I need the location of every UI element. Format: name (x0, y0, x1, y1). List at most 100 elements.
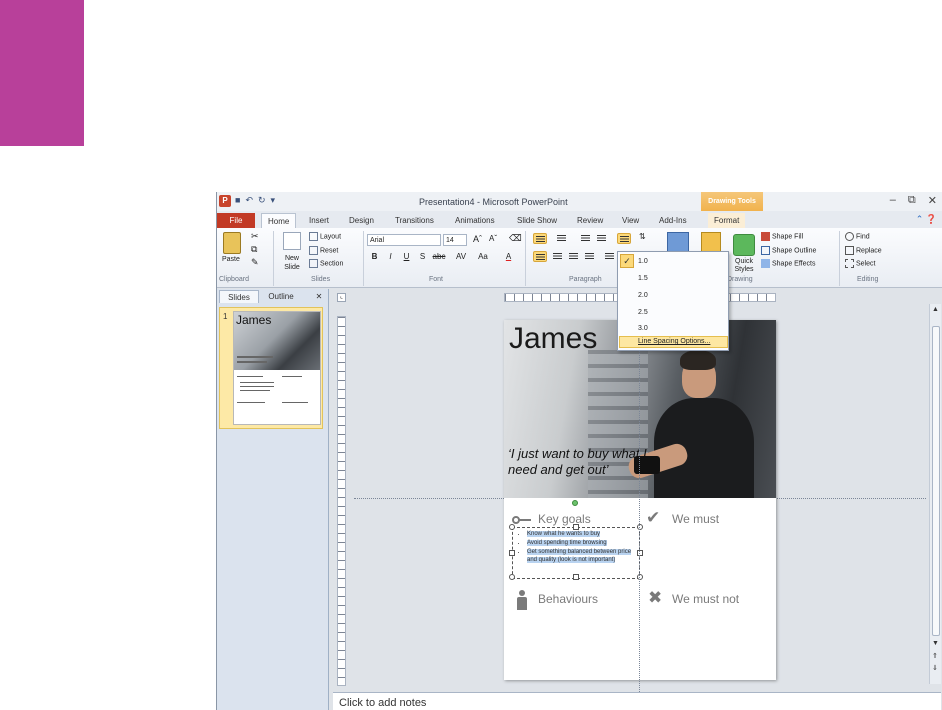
list-item[interactable]: Get something balanced between price and… (527, 548, 637, 564)
strikethrough-button[interactable]: abc (431, 251, 447, 262)
clear-format-icon[interactable]: ⌫ (509, 233, 522, 244)
resize-handle[interactable] (509, 550, 515, 556)
powerpoint-app-icon[interactable]: P (219, 195, 231, 207)
tab-insert[interactable]: Insert (309, 213, 329, 228)
redo-icon[interactable]: ↻ (258, 195, 266, 206)
we-must-not-heading[interactable]: We must not (672, 592, 739, 606)
line-spacing-option-2-5[interactable]: 2.5 (638, 309, 648, 316)
slide-quote[interactable]: ‘I just want to buy what I need and get … (508, 446, 648, 478)
restore-icon[interactable]: ⧉ (908, 194, 916, 207)
list-item[interactable]: Avoid spending time browsing (527, 539, 637, 547)
numbering-icon[interactable] (555, 233, 569, 244)
line-spacing-icon[interactable] (617, 233, 631, 244)
new-slide-icon[interactable] (283, 232, 301, 250)
selected-textbox[interactable]: Know what he wants to buy Avoid spending… (509, 524, 643, 580)
align-right-icon[interactable] (567, 251, 581, 262)
font-color-button[interactable]: A (503, 251, 514, 262)
tab-transitions[interactable]: Transitions (395, 213, 434, 228)
bold-button[interactable]: B (369, 251, 380, 262)
resize-handle[interactable] (637, 524, 643, 530)
layout-button[interactable]: Layout (309, 232, 341, 241)
close-panel-icon[interactable]: ✕ (313, 290, 325, 303)
increase-indent-icon[interactable] (595, 233, 609, 244)
key-goals-heading[interactable]: Key goals (538, 512, 591, 526)
behaviours-heading[interactable]: Behaviours (538, 592, 598, 606)
resize-handle[interactable] (509, 524, 515, 530)
resize-handle[interactable] (573, 574, 579, 580)
align-center-icon[interactable] (551, 251, 565, 262)
slide[interactable]: James ‘I just want to buy what I need an… (504, 320, 776, 680)
find-button[interactable]: Find (845, 232, 870, 241)
rotation-handle[interactable] (572, 500, 578, 506)
align-left-icon[interactable] (533, 251, 547, 262)
undo-icon[interactable]: ↶ (245, 195, 253, 206)
shrink-font-icon[interactable]: Aˇ (489, 234, 497, 243)
slide-thumbnail-selected[interactable]: 1 James (219, 307, 323, 429)
resize-handle[interactable] (509, 574, 515, 580)
character-spacing-button[interactable]: AV (453, 251, 469, 262)
change-case-button[interactable]: Aa (475, 251, 491, 262)
italic-button[interactable]: I (385, 251, 396, 262)
quick-styles-button[interactable]: Quick Styles (727, 258, 761, 274)
line-spacing-options-item[interactable]: Line Spacing Options... (638, 338, 710, 345)
slide-thumbnail[interactable]: James (233, 311, 321, 425)
tab-outline[interactable]: Outline (261, 290, 301, 303)
vertical-ruler[interactable] (337, 316, 346, 686)
paste-button[interactable]: Paste (222, 256, 240, 263)
scroll-down-icon[interactable]: ▼ (932, 640, 939, 647)
tab-add-ins[interactable]: Add-Ins (659, 213, 687, 228)
minimize-icon[interactable]: – (890, 194, 896, 207)
cut-icon[interactable]: ✂ (251, 231, 259, 242)
vertical-scrollbar[interactable]: ▲ ▼ ⇑ ⇓ (929, 304, 941, 684)
resize-handle[interactable] (637, 574, 643, 580)
previous-slide-icon[interactable]: ⇑ (932, 652, 938, 660)
scroll-up-icon[interactable]: ▲ (932, 306, 939, 313)
copy-icon[interactable]: ⧉ (251, 244, 257, 255)
text-direction-icon[interactable]: ⇅ (639, 232, 646, 241)
format-painter-icon[interactable]: ✎ (251, 257, 259, 268)
list-item[interactable]: Know what he wants to buy (527, 530, 637, 538)
font-size-combo[interactable]: 14 (443, 234, 467, 246)
customize-qat-icon[interactable]: ▾ (271, 195, 276, 206)
line-spacing-option-3-0[interactable]: 3.0 (638, 325, 648, 332)
scrollbar-thumb[interactable] (932, 326, 940, 636)
grow-font-icon[interactable]: Aˆ (473, 234, 482, 244)
underline-button[interactable]: U (401, 251, 412, 262)
next-slide-icon[interactable]: ⇓ (932, 664, 938, 672)
notes-pane[interactable]: Click to add notes (333, 692, 941, 710)
bullets-icon[interactable] (533, 233, 547, 244)
reset-button[interactable]: Reset (309, 246, 338, 255)
tab-slides[interactable]: Slides (219, 290, 259, 303)
paste-icon[interactable] (223, 232, 241, 254)
tab-file[interactable]: File (217, 213, 255, 228)
shape-outline-button[interactable]: Shape Outline (761, 246, 816, 255)
close-icon[interactable]: ✕ (928, 194, 937, 207)
help-icon[interactable]: ⌃ ❓ (916, 214, 937, 225)
tab-format[interactable]: Format (708, 213, 746, 228)
decrease-indent-icon[interactable] (579, 233, 593, 244)
replace-button[interactable]: Replace (845, 246, 882, 255)
tab-slide-show[interactable]: Slide Show (517, 213, 557, 228)
we-must-heading[interactable]: We must (672, 512, 719, 526)
columns-icon[interactable] (603, 251, 617, 262)
shape-fill-button[interactable]: Shape Fill (761, 232, 803, 241)
tab-animations[interactable]: Animations (455, 213, 495, 228)
vertical-guide[interactable] (639, 312, 640, 692)
tab-design[interactable]: Design (349, 213, 374, 228)
shape-effects-button[interactable]: Shape Effects (761, 259, 815, 268)
shadow-button[interactable]: S (417, 251, 428, 262)
tab-review[interactable]: Review (577, 213, 603, 228)
section-button[interactable]: Section (309, 259, 343, 268)
tab-selector-icon[interactable]: ⌞ (337, 293, 346, 302)
font-family-combo[interactable]: Arial (367, 234, 441, 246)
line-spacing-option-1-0[interactable]: 1.0 (638, 258, 648, 265)
line-spacing-option-1-5[interactable]: 1.5 (638, 275, 648, 282)
arrange-icon[interactable] (701, 232, 721, 252)
select-button[interactable]: Select (845, 259, 875, 268)
quick-styles-icon[interactable] (733, 234, 755, 256)
slide-title[interactable]: James (509, 322, 597, 356)
line-spacing-option-2-0[interactable]: 2.0 (638, 292, 648, 299)
justify-icon[interactable] (583, 251, 597, 262)
tab-view[interactable]: View (622, 213, 639, 228)
resize-handle[interactable] (637, 550, 643, 556)
